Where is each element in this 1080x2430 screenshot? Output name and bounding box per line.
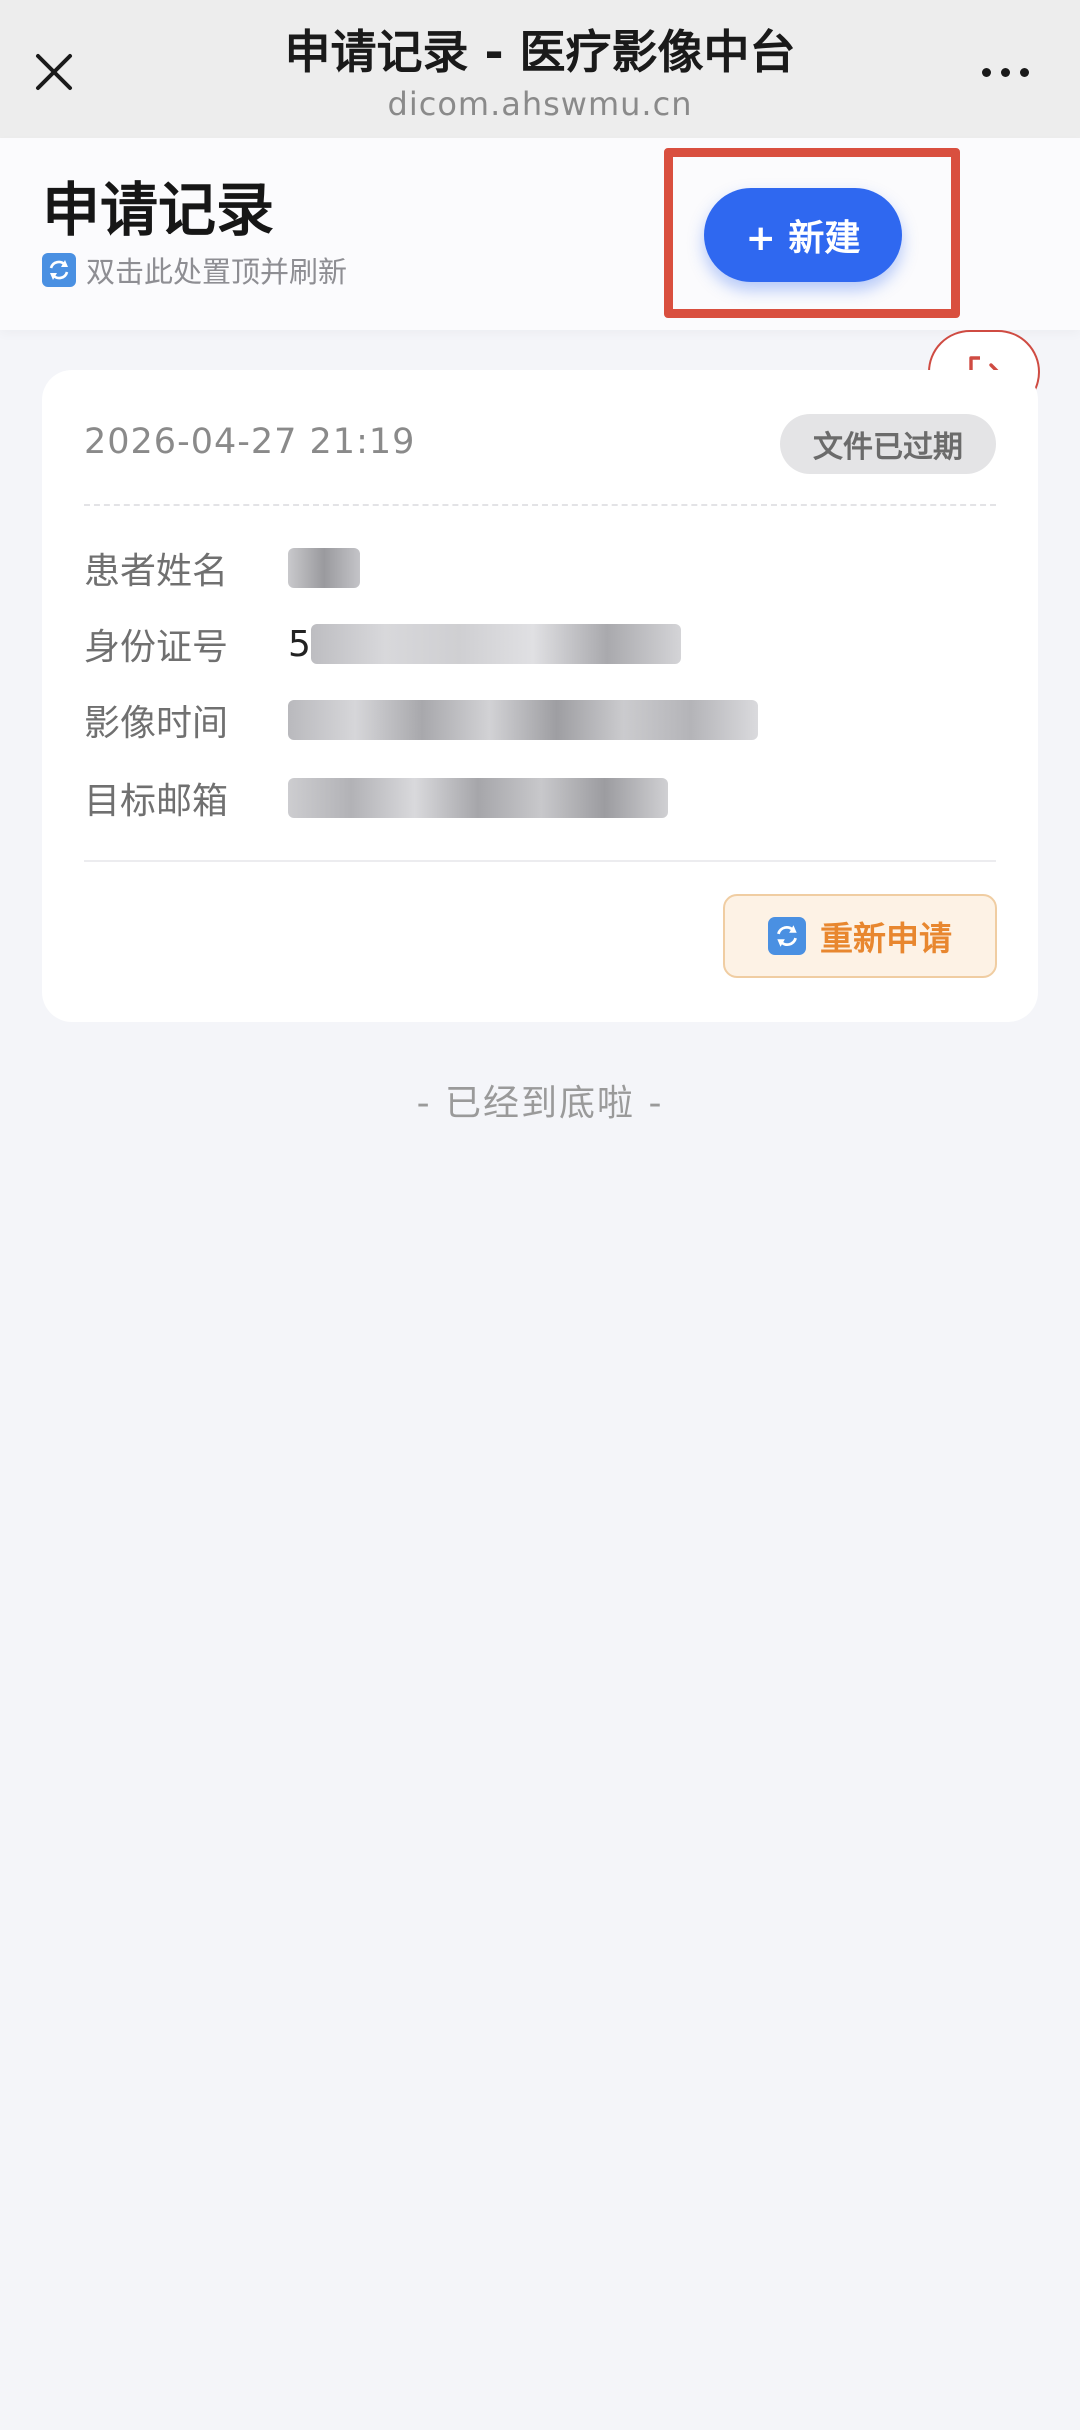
field-label: 目标邮箱 — [84, 781, 229, 822]
redacted-value — [288, 700, 758, 740]
field-patient-name: 患者姓名 — [84, 538, 996, 598]
refresh-hint-text: 双击此处置顶并刷新 — [86, 255, 348, 289]
close-icon — [36, 54, 72, 90]
redacted-value — [288, 548, 360, 588]
record-datetime: 2026-04-27 21:19 — [84, 422, 416, 462]
field-label: 影像时间 — [84, 703, 229, 744]
field-image-time: 影像时间 — [84, 690, 996, 750]
more-dots-icon — [981, 67, 991, 77]
record-card: 2026-04-27 21:19 文件已过期 患者姓名 身份证号 5 影像时间 … — [42, 370, 1038, 1022]
browser-top-bar: 申请记录 - 医疗影像中台 dicom.ahswmu.cn — [0, 0, 1080, 138]
more-options-button[interactable] — [970, 44, 1040, 100]
dashed-divider — [84, 504, 996, 506]
redacted-value — [310, 624, 681, 664]
field-label: 身份证号 — [84, 627, 229, 668]
page-title: 申请记录 — [42, 176, 275, 244]
field-label: 患者姓名 — [84, 551, 229, 592]
browser-title: 申请记录 - 医疗影像中台 — [284, 25, 796, 79]
card-divider — [84, 860, 996, 862]
reapply-button[interactable]: 重新申请 — [723, 894, 997, 978]
reapply-button-label: 重新申请 — [820, 919, 952, 958]
browser-domain: dicom.ahswmu.cn — [387, 85, 693, 123]
highlight-annotation-box — [664, 148, 960, 318]
status-badge: 文件已过期 — [780, 414, 996, 474]
list-end-text: - 已经到底啦 - — [416, 1083, 664, 1124]
field-value: 5 — [288, 623, 311, 665]
redacted-value — [288, 778, 668, 818]
close-button[interactable] — [22, 40, 86, 104]
refresh-icon — [42, 253, 76, 287]
refresh-icon — [768, 917, 806, 955]
refresh-hint[interactable]: 双击此处置顶并刷新 — [42, 248, 347, 292]
field-id-number: 身份证号 5 — [84, 614, 996, 674]
field-target-email: 目标邮箱 — [84, 768, 996, 828]
browser-title-area: 申请记录 - 医疗影像中台 dicom.ahswmu.cn — [180, 20, 900, 124]
